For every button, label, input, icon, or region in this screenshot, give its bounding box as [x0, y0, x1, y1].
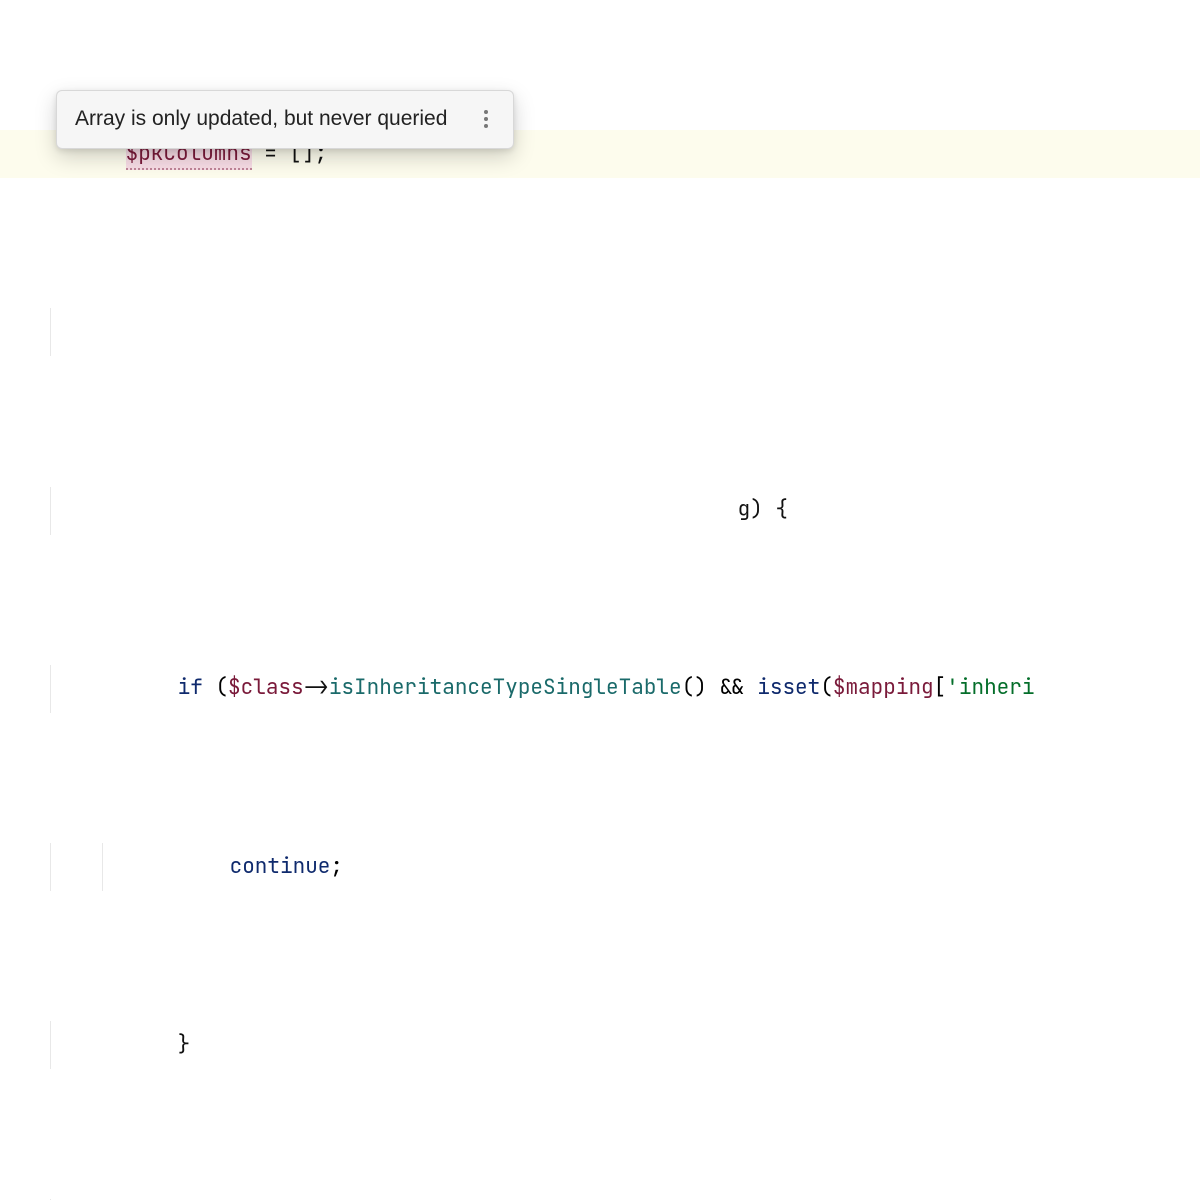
code-line[interactable]: g) { — [0, 487, 1200, 535]
code-line[interactable]: continue; — [0, 843, 1200, 891]
code-line[interactable] — [0, 1199, 1200, 1200]
code-editor[interactable]: $pkColumns = []; g) { if ($class->isInhe… — [0, 0, 1200, 1200]
code-line[interactable] — [0, 308, 1200, 356]
code-line[interactable]: } — [0, 1021, 1200, 1069]
more-actions-icon[interactable] — [475, 105, 497, 133]
inspection-tooltip[interactable]: Array is only updated, but never queried — [56, 90, 514, 149]
inspection-message: Array is only updated, but never queried — [75, 103, 447, 136]
code-line[interactable]: if ($class->isInheritanceTypeSingleTable… — [0, 665, 1200, 713]
